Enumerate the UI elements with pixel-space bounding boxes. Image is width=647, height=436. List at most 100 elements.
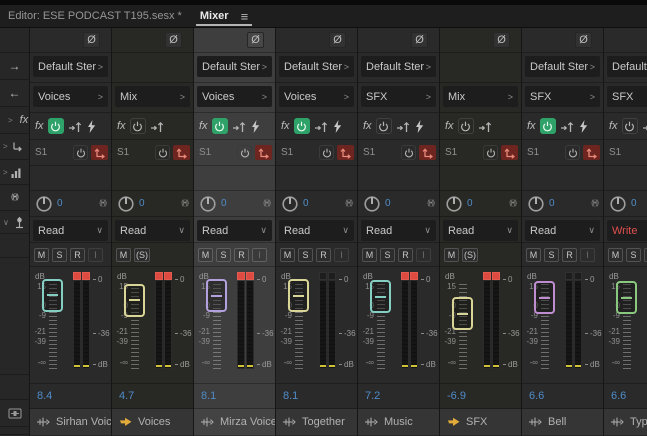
track-solo-button[interactable]: S [298, 248, 313, 262]
track-monitor-button[interactable]: I [580, 248, 595, 262]
tab-mixer[interactable]: Mixer [200, 10, 229, 22]
track-record-button[interactable]: R [234, 248, 249, 262]
track-mute-button[interactable]: M [526, 248, 541, 262]
track-name-row[interactable]: Together [276, 409, 357, 436]
lightning-icon[interactable] [333, 120, 342, 133]
track-name-row[interactable]: Sirhan Voic [30, 409, 111, 436]
track-mute-button[interactable]: M [280, 248, 295, 262]
send-power-button[interactable] [483, 145, 498, 160]
prefader-icon[interactable] [478, 120, 493, 133]
clip-indicator-left[interactable] [155, 272, 163, 280]
clip-indicator-right[interactable] [328, 272, 336, 280]
track-mute-button[interactable]: M [116, 248, 131, 262]
phase-invert-button[interactable]: Ø [247, 32, 264, 48]
output-select[interactable]: Voices > [197, 86, 272, 107]
track-name-row[interactable]: Music [358, 409, 439, 436]
track-solo-button[interactable]: S [544, 248, 559, 262]
lightning-icon[interactable] [579, 120, 588, 133]
fx-power-button[interactable] [622, 118, 638, 134]
track-record-button[interactable]: R [398, 248, 413, 262]
pan-knob[interactable] [527, 195, 545, 213]
track-mute-button[interactable]: M [362, 248, 377, 262]
send-power-button[interactable] [73, 145, 88, 160]
output-select[interactable]: SFX > [525, 86, 600, 107]
lightning-icon[interactable] [415, 120, 424, 133]
fx-power-button[interactable] [48, 118, 64, 134]
volume-fader-handle[interactable] [206, 279, 227, 312]
input-select[interactable]: Default Stere > [33, 56, 108, 77]
clip-indicator-right[interactable] [492, 272, 500, 280]
automation-select[interactable]: Read ∨ [33, 220, 108, 241]
clip-indicator-right[interactable] [246, 272, 254, 280]
volume-fader-handle[interactable] [452, 297, 473, 330]
output-select[interactable]: Voices > [279, 86, 354, 107]
automation-select[interactable]: Read ∨ [197, 220, 272, 241]
track-monitor-button[interactable]: I [334, 248, 349, 262]
track-name-row[interactable]: Typin [604, 409, 647, 436]
output-select[interactable]: Voices > [33, 86, 108, 107]
track-monitor-button[interactable]: I [252, 248, 267, 262]
send-prefader-button[interactable] [337, 145, 354, 160]
automation-select[interactable]: Read ∨ [279, 220, 354, 241]
send-prefader-button[interactable] [255, 145, 272, 160]
phase-invert-button[interactable]: Ø [329, 32, 346, 48]
volume-fader-handle[interactable] [534, 281, 555, 314]
track-record-button[interactable]: R [562, 248, 577, 262]
prefader-icon[interactable] [232, 120, 247, 133]
send-power-button[interactable] [237, 145, 252, 160]
phase-invert-button[interactable]: Ø [575, 32, 592, 48]
output-select[interactable]: SFX > [607, 86, 647, 107]
send-power-button[interactable] [565, 145, 580, 160]
track-monitor-button[interactable]: I [88, 248, 103, 262]
track-solo-button[interactable]: S [380, 248, 395, 262]
clip-indicator-left[interactable] [565, 272, 573, 280]
input-select[interactable]: Default Stere > [361, 56, 436, 77]
lightning-icon[interactable] [251, 120, 260, 133]
output-select[interactable]: Mix > [115, 86, 190, 107]
pan-knob[interactable] [199, 195, 217, 213]
clip-indicator-right[interactable] [164, 272, 172, 280]
pan-knob[interactable] [281, 195, 299, 213]
tab-editor[interactable]: Editor: ESE PODCAST T195.sesx * [0, 10, 182, 22]
input-select[interactable]: Default Stere > [607, 56, 647, 77]
clip-indicator-right[interactable] [410, 272, 418, 280]
volume-fader-handle[interactable] [370, 280, 391, 313]
send-power-button[interactable] [155, 145, 170, 160]
phase-invert-button[interactable]: Ø [83, 32, 100, 48]
input-select[interactable]: Default Stere > [279, 56, 354, 77]
automation-select[interactable]: Read ∨ [525, 220, 600, 241]
output-select[interactable]: SFX > [361, 86, 436, 107]
send-prefader-button[interactable] [91, 145, 108, 160]
automation-select[interactable]: Read ∨ [443, 220, 518, 241]
fx-power-button[interactable] [130, 118, 146, 134]
track-mute-button[interactable]: M [444, 248, 459, 262]
rail-sends-section-toggle[interactable]: > [0, 134, 29, 160]
track-name-row[interactable]: Mirza Voice [194, 409, 275, 436]
volume-fader-handle[interactable] [42, 279, 63, 312]
send-prefader-button[interactable] [173, 145, 190, 160]
fx-power-button[interactable] [376, 118, 392, 134]
clip-indicator-left[interactable] [319, 272, 327, 280]
fx-power-button[interactable] [212, 118, 228, 134]
track-record-button[interactable]: R [70, 248, 85, 262]
pan-knob[interactable] [445, 195, 463, 213]
fx-power-button[interactable] [540, 118, 556, 134]
track-mute-button[interactable]: M [198, 248, 213, 262]
prefader-icon[interactable] [396, 120, 411, 133]
volume-fader-handle[interactable] [124, 284, 145, 317]
clip-indicator-left[interactable] [237, 272, 245, 280]
volume-fader-handle[interactable] [616, 281, 637, 314]
clip-indicator-left[interactable] [483, 272, 491, 280]
pan-knob[interactable] [117, 195, 135, 213]
track-solo-safe-button[interactable]: (S) [462, 248, 478, 262]
pan-knob[interactable] [363, 195, 381, 213]
send-power-button[interactable] [319, 145, 334, 160]
clip-indicator-left[interactable] [401, 272, 409, 280]
clip-indicator-right[interactable] [82, 272, 90, 280]
clip-indicator-left[interactable] [73, 272, 81, 280]
phase-invert-button[interactable]: Ø [493, 32, 510, 48]
track-mute-button[interactable]: M [608, 248, 623, 262]
track-record-button[interactable]: R [316, 248, 331, 262]
rail-fx-section-toggle[interactable]: > fx [0, 107, 29, 134]
track-name-row[interactable]: Voices [112, 409, 193, 436]
